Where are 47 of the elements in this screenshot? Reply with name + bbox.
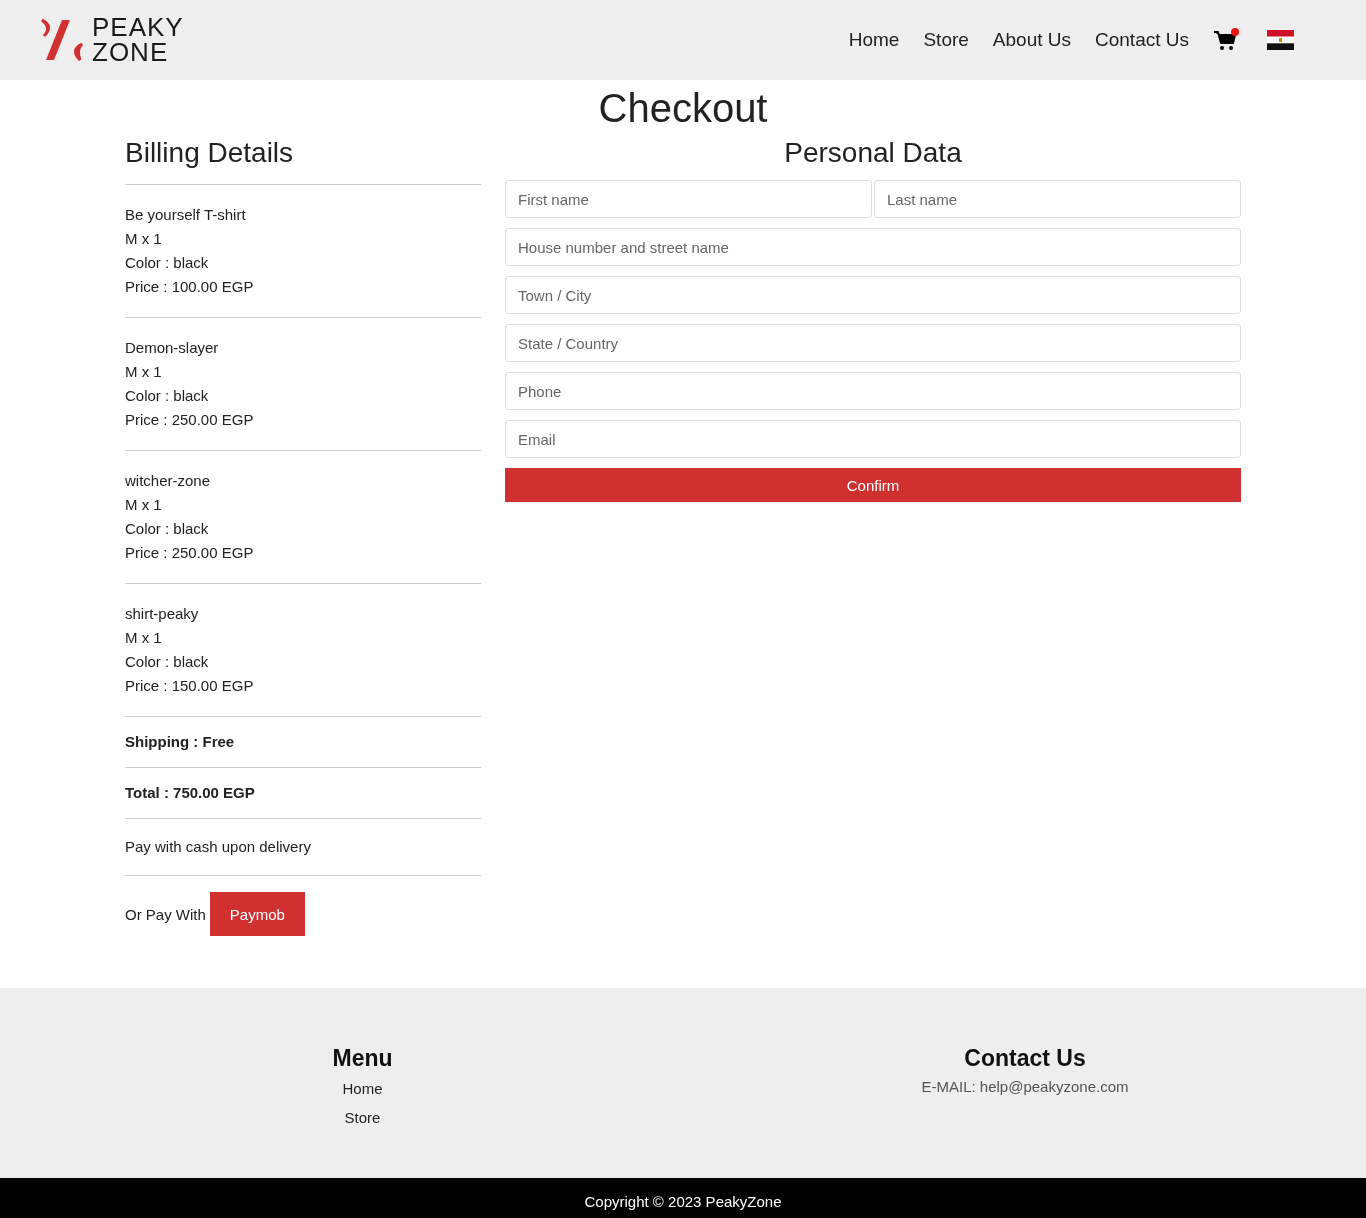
- nav-link[interactable]: About Us: [992, 29, 1071, 51]
- flag-icon[interactable]: [1267, 30, 1294, 50]
- input-field[interactable]: Town / City: [505, 276, 1241, 314]
- product-price: Price : 250.00 EGP: [125, 410, 255, 430]
- total-text: Total : 750.00 EGP: [125, 784, 255, 801]
- footer-link[interactable]: Store: [344, 1103, 381, 1132]
- shipping-text: Shipping : Free: [125, 733, 235, 750]
- product-price: Price : 150.00 EGP: [125, 676, 255, 696]
- input-field[interactable]: Last name: [874, 180, 1241, 218]
- cash-payment-text: Pay with cash upon delivery: [125, 838, 311, 855]
- page-title: Checkout: [597, 85, 769, 132]
- confirm-button[interactable]: Confirm: [505, 468, 1241, 502]
- size-quantity: M x 1: [125, 229, 163, 249]
- nav-link[interactable]: Home: [848, 29, 900, 51]
- brand-name[interactable]: PEAKY: [92, 15, 184, 40]
- cart-icon[interactable]: [1213, 28, 1239, 52]
- size-quantity: M x 1: [125, 628, 163, 648]
- product-color: Color : black: [125, 652, 210, 672]
- input-field[interactable]: First name: [505, 180, 872, 218]
- input-field[interactable]: Phone: [505, 372, 1241, 410]
- product-name: Be yourself T-shirt: [125, 205, 247, 225]
- size-quantity: M x 1: [125, 362, 163, 382]
- section-title: Billing Details: [125, 136, 481, 185]
- pay-with-label: Or Pay With: [125, 905, 206, 923]
- footer-title: Menu: [332, 1044, 393, 1073]
- product-price: Price : 250.00 EGP: [125, 543, 255, 563]
- footer-title: Contact Us: [964, 1044, 1086, 1073]
- logo-mark-icon[interactable]: [40, 18, 84, 62]
- product-name: witcher-zone: [125, 471, 212, 491]
- input-field[interactable]: House number and street name: [505, 228, 1241, 266]
- paymob-button[interactable]: Paymob: [209, 892, 305, 936]
- input-field[interactable]: Email: [505, 420, 1241, 458]
- copyright-text: Copyright © 2023 PeakyZone: [584, 1193, 782, 1210]
- footer-link[interactable]: Home: [342, 1074, 383, 1103]
- product-color: Color : black: [125, 386, 210, 406]
- section-title: Personal Data: [783, 136, 963, 170]
- nav-link[interactable]: Contact Us: [1095, 29, 1189, 51]
- product-name: Demon-slayer: [125, 338, 220, 358]
- product-color: Color : black: [125, 253, 210, 273]
- brand-name[interactable]: ZONE: [92, 40, 184, 65]
- product-name: shirt-peaky: [125, 604, 200, 624]
- input-field[interactable]: State / Country: [505, 324, 1241, 362]
- nav-link[interactable]: Store: [923, 29, 969, 51]
- size-quantity: M x 1: [125, 495, 163, 515]
- product-color: Color : black: [125, 519, 210, 539]
- contact-email: E-MAIL: help@peakyzone.com: [921, 1078, 1129, 1095]
- product-price: Price : 100.00 EGP: [125, 277, 255, 297]
